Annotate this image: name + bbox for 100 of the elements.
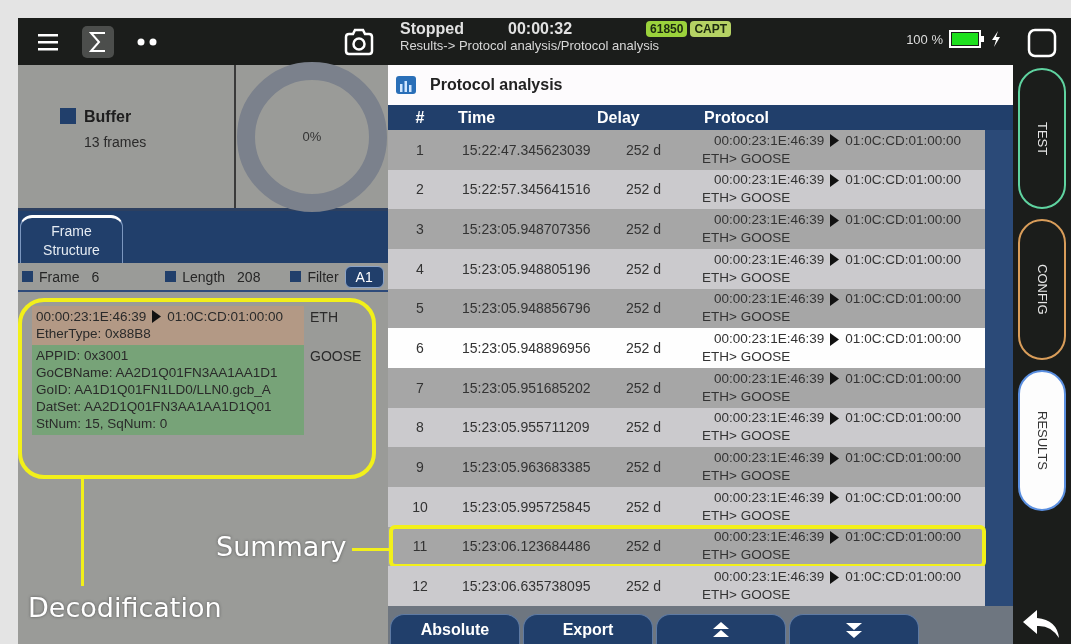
- table-cell-text: 3: [415, 221, 425, 238]
- column-header: Protocol: [703, 108, 770, 127]
- table-cell-text: 4: [415, 260, 425, 277]
- toolbar-button[interactable]: Export: [523, 614, 653, 644]
- table-cell-text: 1: [415, 141, 425, 158]
- arrow-right-icon: [152, 310, 162, 323]
- layer-name: GOOSE: [309, 347, 363, 364]
- table-cell-text: 252 d: [625, 459, 663, 476]
- toolbar-button[interactable]: Absolute: [390, 614, 520, 644]
- tab[interactable]: Frame Structure: [20, 215, 123, 263]
- table-row[interactable]: 1 15:22:47.345623039 252 d 00:00:23:1E:46:39 01:0C:CD:01:00:00 ETH> GOOSE: [388, 130, 985, 170]
- side-tab[interactable]: CONFIG: [1018, 219, 1066, 360]
- length-label: Length: [182, 268, 226, 285]
- table-row[interactable]: 3 15:23:05.948707356 252 d 00:00:23:1E:46:39 01:0C:CD:01:00:00 ETH> GOOSE: [388, 209, 985, 249]
- protocol-stack: ETH> GOOSE: [702, 506, 792, 525]
- table-cell-text: 252 d: [625, 260, 663, 277]
- scrollbar[interactable]: [985, 130, 1013, 606]
- battery-icon: [949, 30, 985, 48]
- length-value: 208: [237, 268, 261, 285]
- annotation-label: Decodification: [28, 592, 222, 623]
- destination-address: 01:0C:CD:01:00:00: [845, 250, 961, 269]
- page-up-button[interactable]: [656, 614, 786, 644]
- more-icon: [137, 37, 159, 46]
- table-cell-text: 252 d: [625, 538, 663, 555]
- table-cell-text: 252 d: [625, 578, 663, 595]
- protocol-stack: ETH> GOOSE: [702, 546, 792, 565]
- destination-address: 01:0C:CD:01:00:00: [845, 528, 961, 547]
- square-icon[interactable]: [1027, 28, 1057, 58]
- column-header: Delay: [597, 108, 641, 127]
- table-row[interactable]: 12 15:23:06.635738095 252 d 00:00:23:1E:46:39 01:0C:CD:01:00:00 ETH> GOOSE: [388, 566, 985, 606]
- table-cell-text: 15:23:05.948805196: [461, 260, 592, 277]
- legend-square: [165, 271, 177, 282]
- source-address: 00:00:23:1E:46:39: [714, 330, 825, 349]
- destination-address: 01:0C:CD:01:00:00: [845, 131, 961, 150]
- protocol-stack: ETH> GOOSE: [702, 189, 792, 208]
- destination-address: 01:0C:CD:01:00:00: [845, 409, 961, 428]
- table-row[interactable]: 7 15:23:05.951685202 252 d 00:00:23:1E:46:39 01:0C:CD:01:00:00 ETH> GOOSE: [388, 367, 985, 408]
- destination-address: 01:0C:CD:01:00:00: [845, 449, 961, 468]
- table-row[interactable]: 4 15:23:05.948805196 252 d 00:00:23:1E:46:39 01:0C:CD:01:00:00 ETH> GOOSE: [388, 248, 985, 289]
- destination-address: 01:0C:CD:01:00:00: [845, 171, 961, 190]
- status-badge: 61850: [646, 21, 688, 37]
- camera-icon[interactable]: [344, 27, 374, 56]
- table-row[interactable]: 11 15:23:06.123684486 252 d 00:00:23:1E:46:39 01:0C:CD:01:00:00 ETH> GOOSE: [388, 526, 985, 567]
- table-row[interactable]: 6 15:23:05.948896956 252 d 00:00:23:1E:46:39 01:0C:CD:01:00:00 ETH> GOOSE: [388, 328, 985, 368]
- table-cell-text: 252 d: [625, 379, 663, 396]
- table-row[interactable]: 5 15:23:05.948856796 252 d 00:00:23:1E:46:39 01:0C:CD:01:00:00 ETH> GOOSE: [388, 288, 985, 329]
- table-cell-text: 15:22:57.345641516: [461, 181, 592, 198]
- filter-button[interactable]: A1: [344, 265, 384, 288]
- table-row[interactable]: 8 15:23:05.955711209 252 d 00:00:23:1E:46:39 01:0C:CD:01:00:00 ETH> GOOSE: [388, 407, 985, 448]
- arrow-right-icon: [830, 411, 840, 425]
- table-cell-text: 252 d: [625, 419, 663, 436]
- field-line: StNum: 15, SqNum: 0: [36, 416, 169, 431]
- table-cell-text: 15:22:47.345623039: [461, 141, 592, 158]
- protocol-stack: ETH> GOOSE: [702, 586, 792, 605]
- arrow-right-icon: [830, 570, 840, 584]
- side-tab[interactable]: TEST: [1018, 68, 1066, 209]
- table-cell-text: 5: [415, 300, 425, 317]
- source-address: 00:00:23:1E:46:39: [714, 528, 825, 547]
- source-address: 00:00:23:1E:46:39: [714, 369, 825, 388]
- double-caret-up-icon: [713, 621, 729, 638]
- status-badge: CAPT: [690, 21, 732, 37]
- source-address: 00:00:23:1E:46:39: [714, 211, 825, 230]
- table-row[interactable]: 10 15:23:05.995725845 252 d 00:00:23:1E:46:39 01:0C:CD:01:00:00 ETH> GOOSE: [388, 486, 985, 527]
- table-row[interactable]: 2 15:22:57.345641516 252 d 00:00:23:1E:46:39 01:0C:CD:01:00:00 ETH> GOOSE: [388, 169, 985, 210]
- frame-label: Frame: [39, 268, 80, 285]
- table-row[interactable]: 9 15:23:05.963683385 252 d 00:00:23:1E:46:39 01:0C:CD:01:00:00 ETH> GOOSE: [388, 447, 985, 487]
- table-cell-text: 252 d: [625, 181, 663, 198]
- side-tab[interactable]: RESULTS: [1018, 370, 1066, 511]
- frame-count: 13 frames: [84, 134, 148, 150]
- menu-icon: [38, 32, 58, 51]
- page-down-button[interactable]: [789, 614, 919, 644]
- column-header: #: [414, 108, 426, 127]
- table-cell-text: 15:23:06.635738095: [461, 578, 592, 595]
- legend-square: [60, 108, 76, 124]
- source-address: 00:00:23:1E:46:39: [714, 290, 825, 309]
- table-cell-text: 15:23:05.951685202: [461, 379, 592, 396]
- arrow-right-icon: [830, 451, 840, 465]
- breadcrumb: Results-> Protocol analysis/Protocol analysis: [400, 38, 661, 53]
- arrow-right-icon: [830, 292, 840, 306]
- battery-percent: 100 %: [906, 31, 943, 47]
- arrow-right-icon: [830, 213, 840, 227]
- arrow-right-icon: [830, 332, 840, 346]
- destination-address: 01:0C:CD:01:00:00: [845, 568, 961, 587]
- back-icon[interactable]: [1023, 610, 1061, 638]
- destination-address: 01:0C:CD:01:00:00: [845, 488, 961, 507]
- destination-address: 01:0C:CD:01:00:00: [845, 211, 961, 230]
- table-cell-text: 12: [411, 578, 429, 595]
- column-header: Time: [457, 108, 497, 127]
- field-line: APPID: 0x3001: [36, 348, 130, 363]
- table-cell-text: 15:23:06.123684486: [461, 538, 592, 555]
- table-cell-text: 7: [415, 379, 425, 396]
- destination-address: 01:0C:CD:01:00:00: [845, 369, 961, 388]
- table-cell-text: 252 d: [625, 340, 663, 357]
- protocol-stack: ETH> GOOSE: [702, 268, 792, 287]
- source-address: 00:00:23:1E:46:39: [714, 449, 825, 468]
- legend-square: [22, 271, 33, 282]
- statistics-button[interactable]: [82, 25, 114, 58]
- filter-label: Filter: [307, 268, 339, 285]
- destination-address: 01:0C:CD:01:00:00: [845, 330, 961, 349]
- table-cell-text: 252 d: [625, 141, 663, 158]
